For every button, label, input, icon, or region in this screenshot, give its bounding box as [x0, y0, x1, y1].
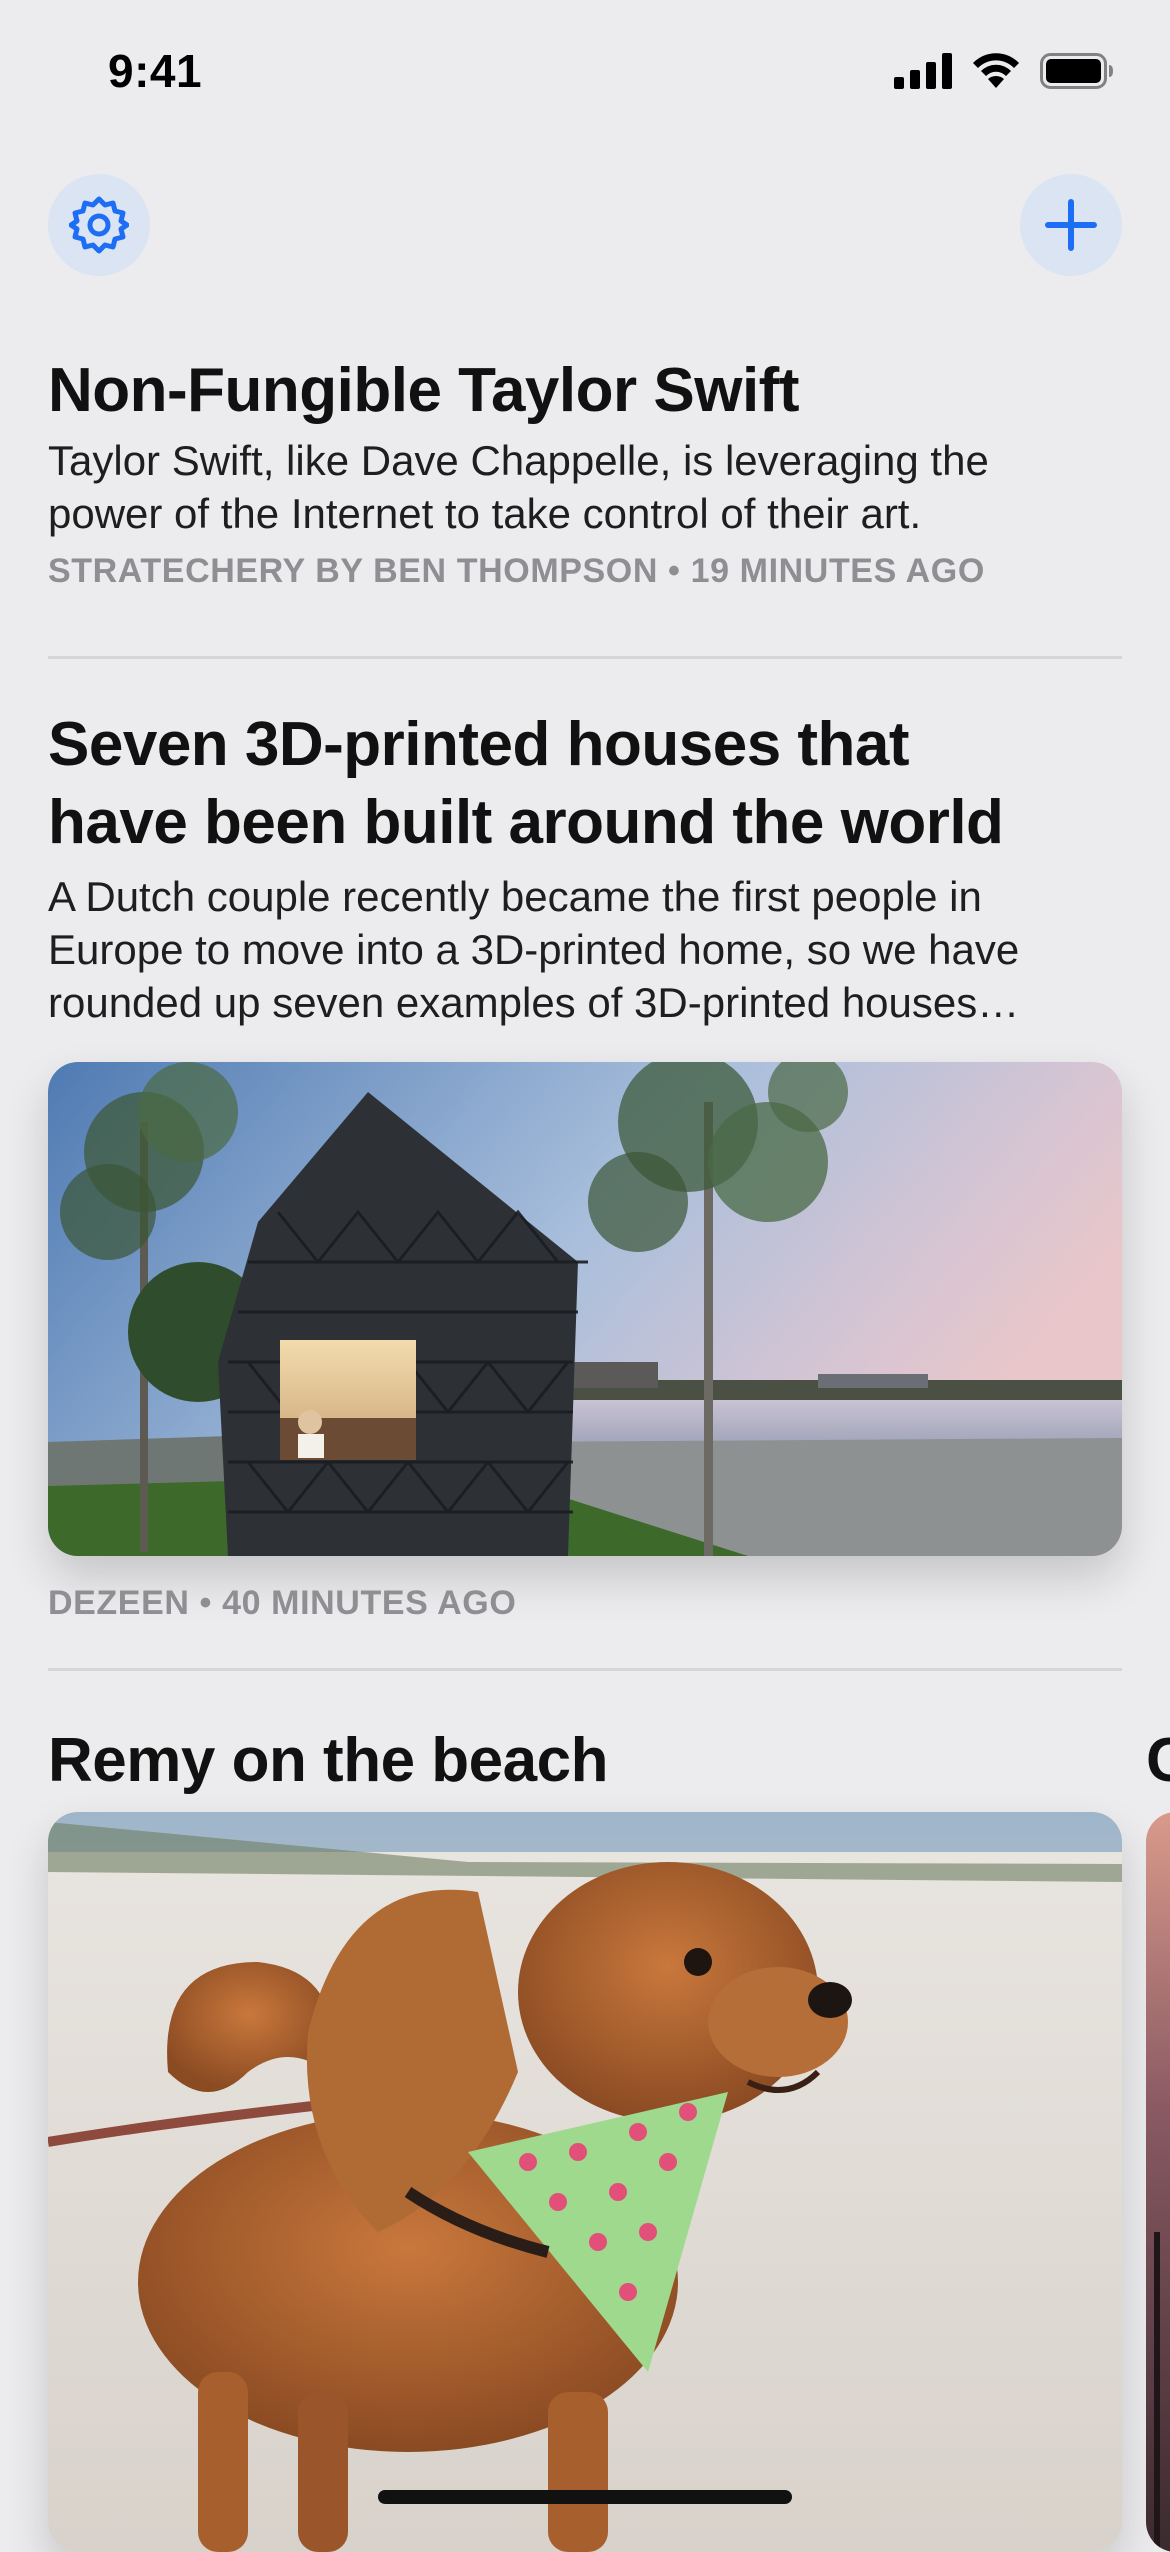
headline-line: have been built around the world	[48, 788, 1004, 857]
next-card-title: C	[1146, 1726, 1170, 1795]
summary-line: Taylor Swift, like Dave Chappelle, is le…	[48, 437, 989, 484]
dog-on-beach-photo	[48, 1812, 1122, 2552]
article-card[interactable]: Non-Fungible Taylor Swift Taylor Swift, …	[48, 352, 1122, 591]
status-time: 9:41	[108, 45, 203, 97]
headline-line: Seven 3D-printed houses that	[48, 710, 910, 779]
sunset-photo	[1146, 1812, 1170, 2552]
summary-line: rounded up seven examples of 3D-printed …	[48, 979, 1020, 1026]
status-icons	[894, 52, 1114, 90]
plus-icon	[1045, 199, 1097, 251]
settings-button[interactable]	[48, 174, 150, 276]
article-meta: STRATECHERY BY BEN THOMPSON • 19 MINUTES…	[48, 552, 985, 590]
photo-card[interactable]	[48, 1812, 1122, 2552]
article-headline: Non-Fungible Taylor Swift	[48, 356, 799, 425]
3d-printed-house-photo	[48, 1062, 1122, 1556]
add-button[interactable]	[1020, 174, 1122, 276]
divider	[48, 1668, 1122, 1671]
article-summary: Taylor Swift, like Dave Chappelle, is le…	[48, 434, 1122, 540]
article-card[interactable]: Seven 3D-printed houses that have been b…	[48, 706, 1122, 1029]
gear-icon	[69, 196, 129, 254]
wifi-icon	[973, 53, 1019, 88]
signal-icon	[894, 53, 952, 89]
article-headline: Seven 3D-printed houses that have been b…	[48, 706, 1122, 862]
summary-line: power of the Internet to take control of…	[48, 490, 922, 537]
home-indicator[interactable]	[378, 2490, 792, 2504]
article-image[interactable]	[48, 1062, 1122, 1556]
battery-icon	[1040, 53, 1113, 89]
status-bar: 9:41	[0, 0, 1170, 140]
article-meta: DEZEEN • 40 MINUTES AGO	[48, 1584, 517, 1622]
article-summary: A Dutch couple recently became the first…	[48, 870, 1122, 1029]
divider	[48, 656, 1122, 659]
summary-line: A Dutch couple recently became the first…	[48, 873, 982, 920]
next-photo-card[interactable]	[1146, 1812, 1170, 2552]
photo-title: Remy on the beach	[48, 1726, 608, 1795]
summary-line: Europe to move into a 3D-printed home, s…	[48, 926, 1020, 973]
